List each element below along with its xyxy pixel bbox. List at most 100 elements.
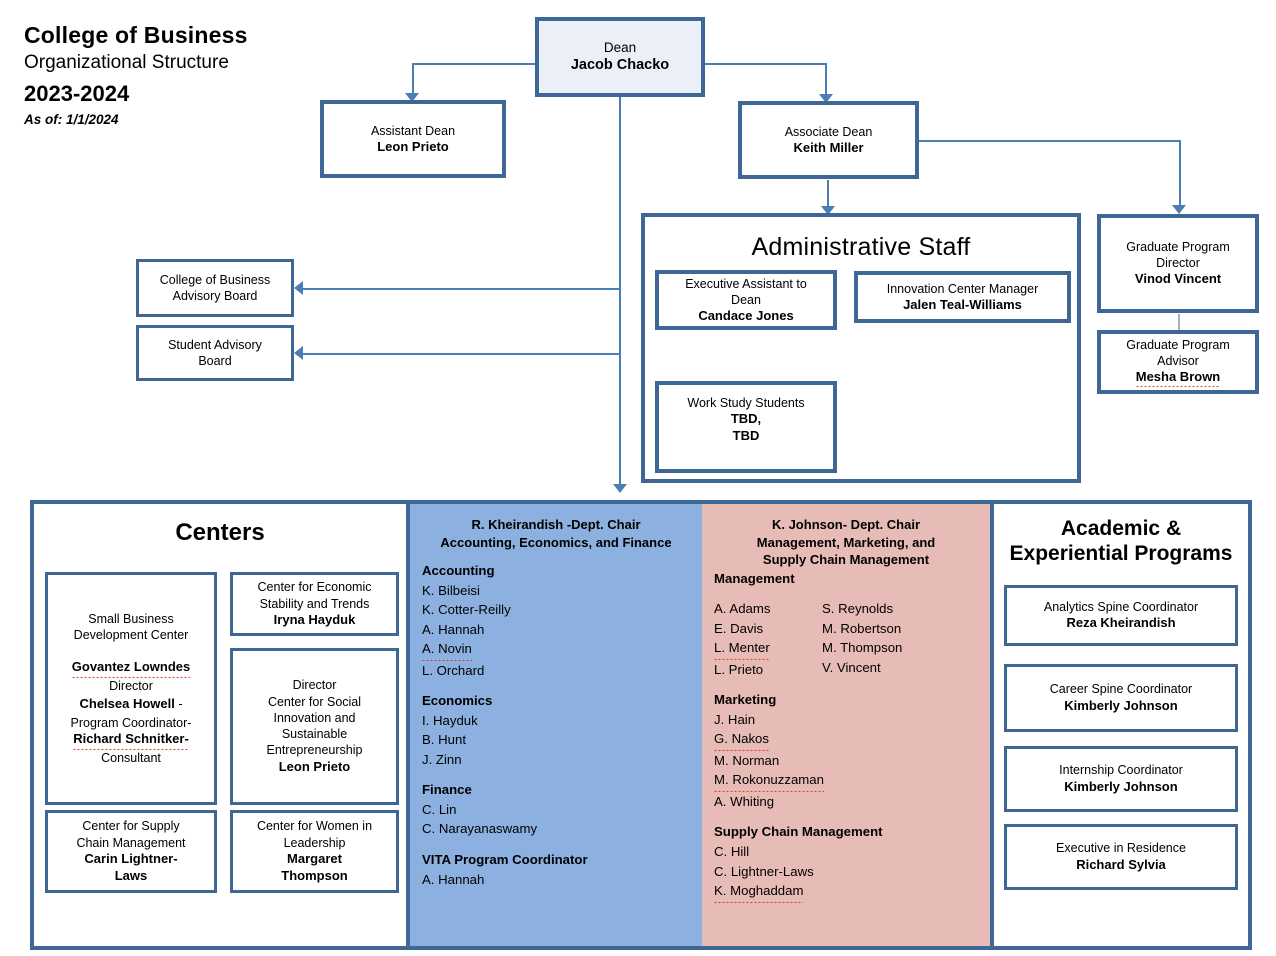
dept2-mgmt-c1-m2: L. Menter <box>714 638 770 660</box>
academic-item-1-person: Kimberly Johnson <box>1064 697 1178 713</box>
social-innovation-line5: Entrepreneurship <box>266 743 363 758</box>
connector-dean-main-vertical <box>619 96 621 486</box>
academic-item-2-role: Internship Coordinator <box>1059 763 1183 778</box>
supply-chain-center-line1: Center for Supply <box>82 819 180 834</box>
exec-assistant-person: Candace Jones <box>698 307 794 323</box>
internship-coordinator-box[interactable]: Internship Coordinator Kimberly Johnson <box>1004 746 1238 812</box>
dean-person: Jacob Chacko <box>570 57 670 74</box>
dept2-mgmt-c2-m3: V. Vincent <box>822 659 881 675</box>
innovation-center-manager-box[interactable]: Innovation Center Manager Jalen Teal-Wil… <box>854 271 1071 323</box>
exec-assistant-role-line1: Executive Assistant to <box>685 276 807 291</box>
dept2-mgmt-col1: A. Adams E. Davis L. Menter L. Prieto <box>714 599 822 679</box>
career-spine-coordinator-box[interactable]: Career Spine Coordinator Kimberly Johnso… <box>1004 664 1238 732</box>
center-economic-stability-box[interactable]: Center for Economic Stability and Trends… <box>230 572 399 636</box>
sbdc-person-1-title: Director <box>109 678 153 693</box>
dept2-chair-line3: Supply Chain Management <box>762 552 930 568</box>
center-women-leadership-box[interactable]: Center for Women in Leadership Margaret … <box>230 810 399 893</box>
graduate-program-director-box[interactable]: Graduate Program Director Vinod Vincent <box>1097 214 1259 313</box>
centers-heading: Centers <box>175 519 265 546</box>
cob-advisory-line1: College of Business <box>159 273 271 287</box>
dept1-chair-line1: R. Kheirandish -Dept. Chair <box>471 517 641 532</box>
grad-advisor-person: Mesha Brown <box>1135 368 1221 388</box>
executive-in-residence-box[interactable]: Executive in Residence Richard Sylvia <box>1004 824 1238 890</box>
dean-role: Dean <box>603 40 637 56</box>
executive-assistant-box[interactable]: Executive Assistant to Dean Candace Jone… <box>655 270 837 330</box>
connector-dean-to-assistant-h <box>412 63 535 65</box>
page-title: College of Business Organizational Struc… <box>24 22 364 127</box>
connector-advisory-board-1 <box>300 288 620 290</box>
dept2-g0-m1: G. Nakos <box>714 729 769 751</box>
academic-item-2-person: Kimberly Johnson <box>1064 778 1178 794</box>
sbdc-person-2: Chelsea Howell <box>79 696 175 712</box>
assistant-dean-role: Assistant Dean <box>370 123 456 138</box>
dept2-mgmt-c1-m0: A. Adams <box>714 601 771 617</box>
dean-box[interactable]: Dean Jacob Chacko <box>535 17 705 97</box>
associate-dean-role: Associate Dean <box>784 124 873 139</box>
associate-dean-person: Keith Miller <box>793 139 864 155</box>
work-study-person-line2: TBD <box>732 427 760 443</box>
department-management-marketing-scm-column: K. Johnson- Dept. Chair Management, Mark… <box>702 504 990 946</box>
academic-programs-heading: Academic & Experiential Programs <box>994 504 1248 566</box>
economic-stability-person: Iryna Hayduk <box>273 611 356 627</box>
academic-experiential-programs-column: Academic & Experiential Programs Analyti… <box>990 504 1248 946</box>
center-supply-chain-box[interactable]: Center for Supply Chain Management Carin… <box>45 810 217 893</box>
associate-dean-box[interactable]: Associate Dean Keith Miller <box>738 101 919 179</box>
dept2-g0-m0: J. Hain <box>714 711 756 727</box>
sbdc-person-2-row: Chelsea Howell - <box>79 694 182 715</box>
student-advisory-board-box[interactable]: Student Advisory Board <box>136 325 294 381</box>
dept2-g0-m2: M. Norman <box>714 752 780 768</box>
assistant-dean-person: Leon Prieto <box>377 138 449 154</box>
grad-director-role-line2: Director <box>1156 256 1200 271</box>
social-innovation-line1: Director <box>292 678 337 693</box>
title-line-year: 2023-2024 <box>24 81 130 107</box>
connector-dean-to-associate-h <box>705 63 827 65</box>
sbdc-person-2-dash: - <box>174 697 183 712</box>
academic-heading-line2: Experiential Programs <box>1009 542 1233 566</box>
dept2-mgmt-c2-m1: M. Robertson <box>822 620 902 636</box>
dept1-g0-m4: L. Orchard <box>422 662 485 678</box>
dept2-management-members: A. Adams E. Davis L. Menter L. Prieto S.… <box>714 599 990 679</box>
college-advisory-board-box[interactable]: College of Business Advisory Board <box>136 259 294 317</box>
title-line-asof: As of: 1/1/2024 <box>24 111 119 127</box>
dept1-g1-m1: B. Hunt <box>422 732 466 748</box>
exec-assistant-role-line2: Dean <box>731 292 761 307</box>
academic-item-0-role: Analytics Spine Coordinator <box>1043 599 1199 614</box>
bottom-panel: Centers Small Business Development Cente… <box>30 500 1252 950</box>
graduate-program-advisor-box[interactable]: Graduate Program Advisor Mesha Brown <box>1097 330 1259 394</box>
dept1-g0-m0: K. Bilbeisi <box>422 582 480 598</box>
center-social-innovation-box[interactable]: Director Center for Social Innovation an… <box>230 648 399 805</box>
dept2-mgmt-c1-m3: L. Prieto <box>714 661 764 677</box>
administrative-staff-title: Administrative Staff <box>751 233 971 261</box>
cob-advisory-line2: Advisory Board <box>172 289 258 303</box>
social-innovation-line4: Sustainable <box>281 727 348 742</box>
sbdc-person-3: Richard Schnitker- <box>73 731 189 751</box>
dept1-g0-m3: A. Novin <box>422 639 472 661</box>
dept1-g0-m1: K. Cotter-Reilly <box>422 602 511 618</box>
dept1-chair-line2: Accounting, Economics, and Finance <box>440 534 672 550</box>
social-innovation-line2: Center for Social <box>267 694 362 709</box>
connector-associate-to-grad-h <box>918 140 1180 142</box>
arrow-dean-to-departments <box>613 484 627 493</box>
department-accounting-economics-finance-column: R. Kheirandish -Dept. Chair Accounting, … <box>410 504 702 946</box>
dept1-g3-m0: A. Hannah <box>422 871 485 887</box>
supply-chain-center-line2: Chain Management <box>76 835 186 850</box>
assistant-dean-box[interactable]: Assistant Dean Leon Prieto <box>320 100 506 178</box>
dept2-mgmt-c1-m1: E. Davis <box>714 620 764 636</box>
innovation-manager-person: Jalen Teal-Williams <box>903 296 1022 312</box>
student-advisory-line2: Board <box>198 354 232 368</box>
analytics-spine-coordinator-box[interactable]: Analytics Spine Coordinator Reza Kheiran… <box>1004 585 1238 646</box>
arrow-advisory-board-1 <box>294 281 303 295</box>
dept2-mgmt-c2-m2: M. Thompson <box>822 640 903 656</box>
supply-chain-center-person-line2: Laws <box>114 867 148 883</box>
connector-dean-to-assistant-v <box>412 63 414 95</box>
social-innovation-person: Leon Prieto <box>278 758 351 774</box>
small-business-development-center-box[interactable]: Small Business Development Center Govant… <box>45 572 217 805</box>
work-study-person-line1: TBD, <box>730 411 762 426</box>
dept2-g0-m4: A. Whiting <box>714 793 775 809</box>
dept2-group-0-name: Marketing <box>714 692 777 708</box>
grad-director-role-line1: Graduate Program <box>1126 240 1230 255</box>
dept2-g1-m1: C. Lightner-Laws <box>714 863 814 879</box>
dept2-g0-m3: M. Rokonuzzaman <box>714 770 824 792</box>
work-study-students-box[interactable]: Work Study Students TBD, TBD <box>655 381 837 473</box>
work-study-role: Work Study Students <box>687 396 805 410</box>
